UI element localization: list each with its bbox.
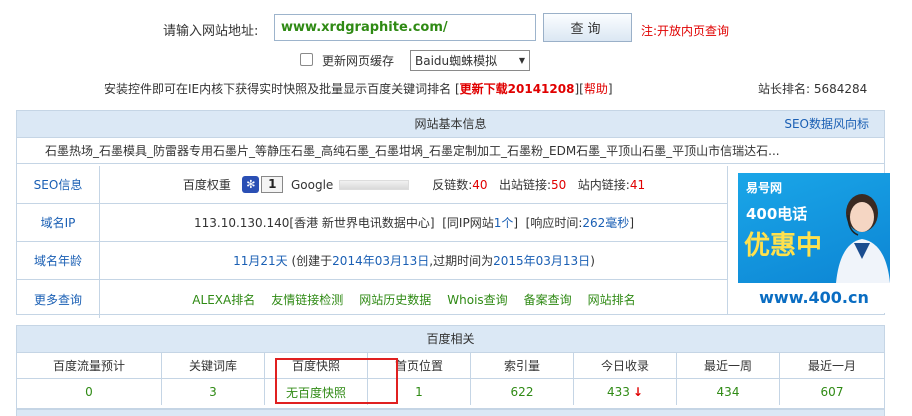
- seo-trend-link[interactable]: SEO数据风向标: [784, 111, 869, 138]
- alexa-rank-link[interactable]: ALEXA排名: [192, 291, 255, 308]
- google-pr-bar: [339, 179, 410, 190]
- baidu-panel: 百度相关 百度流量预计 关键词库 百度快照 首页位置 索引量 今日收录 最近一周…: [16, 325, 885, 409]
- index-value[interactable]: 622: [471, 379, 574, 405]
- download-link[interactable]: 更新下载20141208: [460, 82, 575, 96]
- traffic-value[interactable]: 0: [17, 379, 162, 405]
- basic-info-title: 网站基本信息: [414, 117, 487, 131]
- site-description: 石墨热场_石墨模具_防雷器专用石墨片_等静压石墨_高纯石墨_石墨坩埚_石墨定制加…: [17, 138, 884, 164]
- inlinks-value[interactable]: 41: [630, 178, 645, 192]
- col-header-traffic: 百度流量预计: [17, 353, 162, 379]
- seo-info-row: SEO信息 百度权重 ✻ 1 Google 反链数: 40 出站链接: 50 站内链接…: [17, 166, 727, 204]
- col-header-week: 最近一周: [677, 353, 780, 379]
- ad-person-image: [836, 194, 890, 283]
- expire-date: 2015年03月13日: [493, 254, 591, 268]
- col-header-today: 今日收录: [574, 353, 677, 379]
- help-link[interactable]: 帮助: [584, 82, 608, 96]
- update-cache-checkbox[interactable]: [300, 53, 313, 66]
- bracket: ]: [629, 215, 634, 230]
- same-ip-label: [同IP网站: [442, 216, 494, 230]
- backlinks-label: 反链数:: [432, 178, 473, 192]
- baidu-table: 百度流量预计 关键词库 百度快照 首页位置 索引量 今日收录 最近一周 最近一月…: [17, 353, 884, 405]
- more-query-label[interactable]: 更多查询: [17, 280, 100, 318]
- bracket: ]: [513, 215, 519, 230]
- bracket: ]: [607, 82, 613, 96]
- snapshot-highlight-box: [275, 358, 398, 404]
- inner-page-note: 注:开放内页查询: [641, 24, 730, 38]
- backlinks-value[interactable]: 40: [472, 178, 487, 192]
- ad-brand: 易号网: [746, 181, 783, 195]
- site-rank-link[interactable]: 网站排名: [588, 291, 636, 308]
- today-value: 433: [607, 385, 630, 399]
- created-date: 2014年03月13日: [332, 254, 430, 268]
- bracket: ): [590, 253, 595, 268]
- rank-label: 站长排名:: [758, 82, 811, 96]
- rank-value: 5684284: [813, 82, 868, 96]
- domain-age-label[interactable]: 域名年龄: [17, 242, 100, 279]
- domain-ip-row: 域名IP 113.10.130.140[香港 新世界电讯数据中心] [同IP网站…: [17, 204, 727, 242]
- response-time-value: 262毫秒: [582, 216, 630, 230]
- ad-banner[interactable]: 易号网 400电话 优惠中 www.400.cn: [738, 173, 890, 313]
- site-history-link[interactable]: 网站历史数据: [359, 291, 431, 308]
- google-label: Google: [291, 177, 334, 192]
- baidu-weight-value[interactable]: 1: [261, 176, 284, 193]
- install-notice: 安装控件即可在IE内核下获得实时快照及批量显示百度关键词排名 [更新下载2014…: [104, 80, 613, 97]
- friend-link-check[interactable]: 友情链接检测: [271, 291, 343, 308]
- col-header-month: 最近一月: [780, 353, 884, 379]
- baidu-weight-label: 百度权重: [182, 178, 231, 192]
- same-ip-count[interactable]: 1个: [494, 214, 514, 231]
- url-label: 请输入网站地址:: [163, 24, 259, 39]
- query-button[interactable]: 查询: [543, 13, 632, 42]
- ad-site: www.400.cn: [738, 283, 890, 313]
- month-value[interactable]: 607: [780, 379, 884, 405]
- ad-banner-container: 易号网 400电话 优惠中 www.400.cn: [727, 166, 890, 314]
- today-cell[interactable]: 433 ↓: [574, 379, 677, 405]
- ad-line2: 优惠中: [744, 231, 823, 261]
- keywords-value[interactable]: 3: [162, 379, 265, 405]
- domain-ip-label[interactable]: 域名IP: [17, 204, 100, 241]
- inlinks-label: 站内链接:: [577, 178, 630, 192]
- response-time-label: [响应时间:: [525, 216, 583, 230]
- icp-query-link[interactable]: 备案查询: [524, 291, 572, 308]
- install-text: 安装控件即可在IE内核下获得实时快照及批量显示百度关键词排名: [104, 82, 452, 96]
- outlinks-label: 出站链接:: [499, 178, 552, 192]
- basic-info-header: 网站基本信息 SEO数据风向标: [17, 111, 884, 138]
- next-panel-header: [16, 409, 885, 416]
- update-cache-label[interactable]: 更新网页缓存: [322, 52, 394, 69]
- week-value[interactable]: 434: [677, 379, 780, 405]
- created-label: (创建于: [291, 254, 333, 268]
- webmaster-rank: 站长排名: 5684284: [758, 80, 867, 97]
- basic-info-panel: 网站基本信息 SEO数据风向标 石墨热场_石墨模具_防雷器专用石墨片_等静压石墨…: [16, 110, 890, 318]
- outlinks-value[interactable]: 50: [551, 178, 566, 192]
- domain-age-value: 11月21天: [233, 254, 288, 268]
- spider-select-value: Baidu蜘蛛模拟: [415, 54, 498, 68]
- bracket: ][: [574, 82, 584, 96]
- whois-link[interactable]: Whois查询: [447, 291, 507, 308]
- down-arrow-icon: ↓: [632, 385, 643, 399]
- seo-info-label[interactable]: SEO信息: [17, 166, 100, 203]
- url-input[interactable]: [274, 14, 536, 41]
- chevron-down-icon: ▼: [518, 56, 525, 65]
- ip-text: 113.10.130.140[香港 新世界电讯数据中心]: [193, 216, 435, 230]
- baidu-header: 百度相关: [17, 326, 884, 353]
- baidu-paw-icon: ✻: [242, 176, 260, 193]
- expire-label: ,过期时间为: [429, 254, 494, 268]
- col-header-keywords: 关键词库: [162, 353, 265, 379]
- baidu-title: 百度相关: [426, 332, 475, 346]
- spider-select[interactable]: Baidu蜘蛛模拟 ▼: [410, 50, 530, 71]
- col-header-index: 索引量: [471, 353, 574, 379]
- ad-line1: 400电话: [746, 205, 808, 223]
- domain-age-row: 域名年龄 11月21天 (创建于 2014年03月13日 ,过期时间为 2015年03…: [17, 242, 727, 280]
- more-query-row: 更多查询 ALEXA排名 友情链接检测 网站历史数据 Whois查询 备案查询 …: [17, 280, 727, 318]
